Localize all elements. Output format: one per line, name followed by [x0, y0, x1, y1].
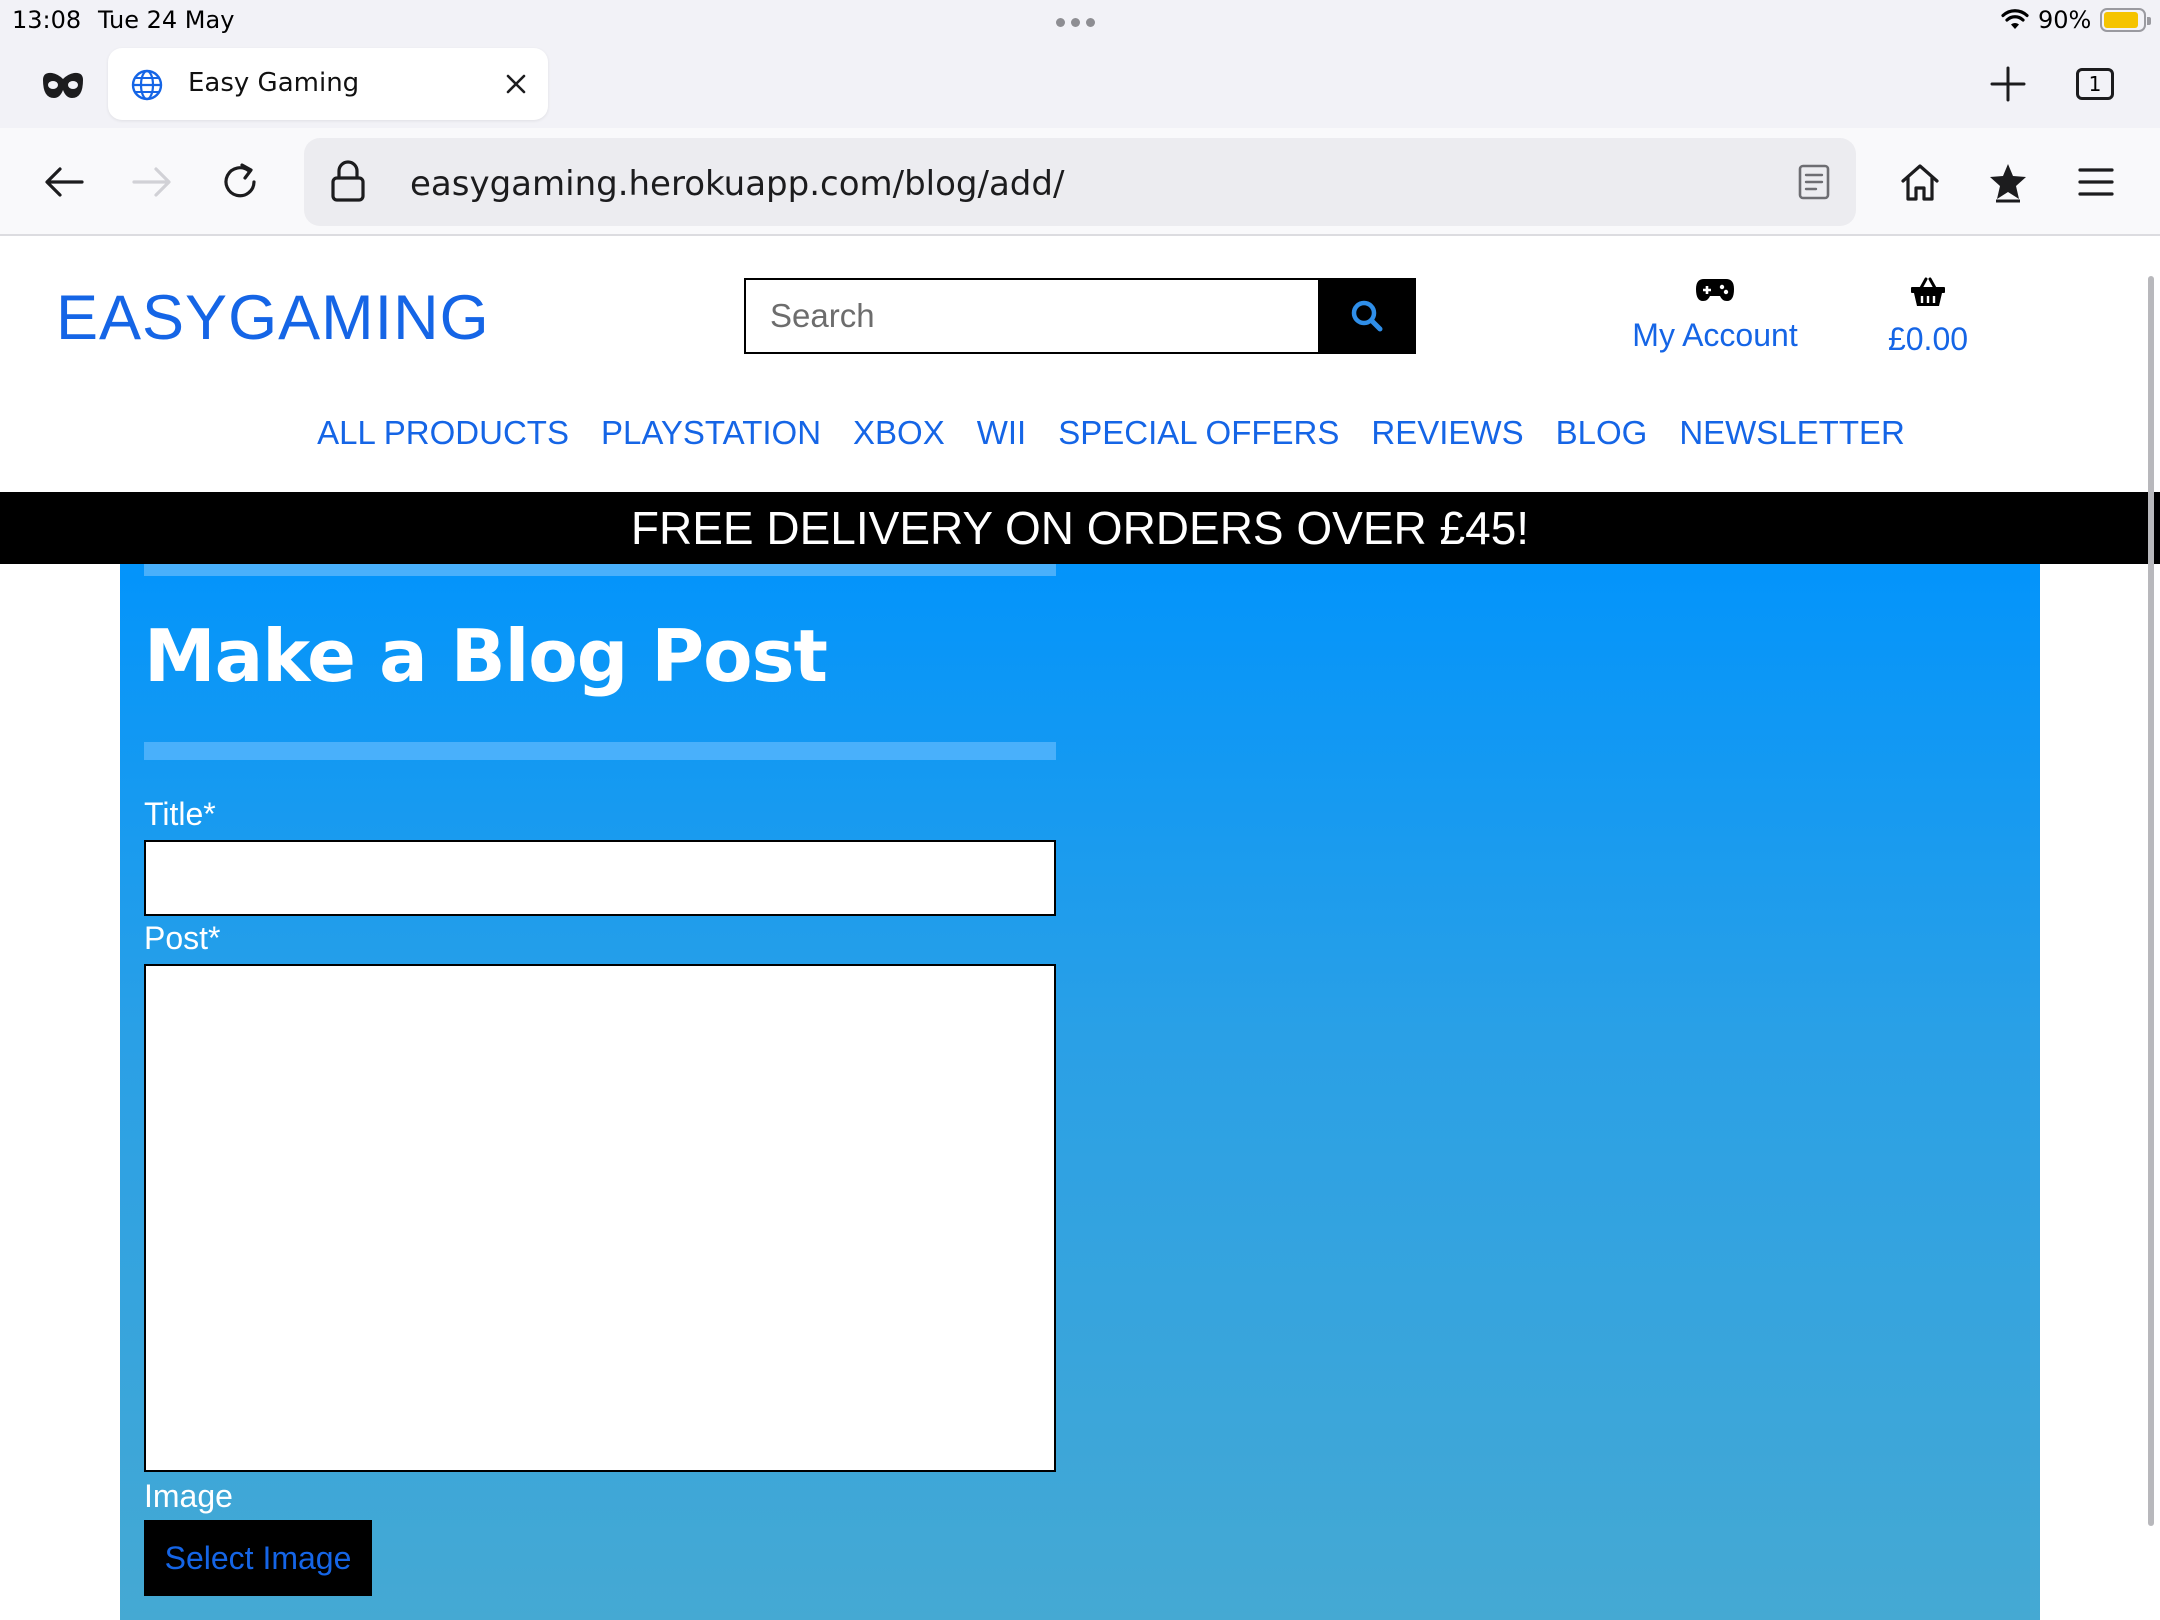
tab-easy-gaming[interactable]: Easy Gaming [108, 48, 548, 120]
my-account-link[interactable]: My Account [1630, 276, 1800, 354]
nav-playstation[interactable]: PLAYSTATION [601, 414, 821, 452]
browser-toolbar: easygaming.herokuapp.com/blog/add/ [0, 128, 2160, 236]
divider-bottom [144, 742, 1056, 760]
image-label: Image [144, 1478, 233, 1514]
browser-window: 13:08 Tue 24 May 90% Easy Gaming 1 easyg… [0, 0, 2160, 1620]
tab-count-button[interactable]: 1 [2076, 68, 2114, 100]
nav-reviews[interactable]: REVIEWS [1371, 414, 1523, 452]
title-label: Title* [144, 796, 216, 832]
multitasking-dots-icon[interactable] [1056, 18, 1095, 27]
wifi-icon [2001, 9, 2029, 29]
status-bar: 13:08 Tue 24 May 90% [0, 0, 2160, 44]
status-date: Tue 24 May [98, 6, 235, 34]
reader-mode-icon[interactable] [1794, 162, 1834, 202]
gamepad-icon [1696, 279, 1734, 301]
status-time: 13:08 [12, 6, 82, 34]
basket-link[interactable]: £0.00 [1880, 276, 1976, 358]
divider-top [144, 564, 1056, 576]
nav-wii[interactable]: WII [977, 414, 1026, 452]
my-account-label: My Account [1632, 317, 1798, 353]
nav-newsletter[interactable]: NEWSLETTER [1679, 414, 1905, 452]
search-form [744, 278, 1416, 354]
page-scrollbar[interactable] [2148, 276, 2154, 1526]
site-header: EASYGAMING My Account [0, 236, 2160, 492]
home-icon[interactable] [1898, 160, 1942, 204]
post-field[interactable] [144, 964, 1056, 1472]
menu-icon[interactable] [2074, 160, 2118, 204]
tab-bar: Easy Gaming 1 [0, 44, 2160, 128]
select-image-button[interactable]: Select Image [144, 1520, 372, 1596]
tab-title: Easy Gaming [188, 68, 360, 98]
back-arrow-icon[interactable] [42, 160, 86, 204]
basket-icon [1911, 277, 1945, 306]
post-label: Post* [144, 920, 221, 956]
new-tab-icon[interactable] [1988, 64, 2028, 104]
battery-icon [2100, 8, 2151, 32]
close-tab-icon[interactable] [500, 68, 532, 100]
nav-special-offers[interactable]: SPECIAL OFFERS [1058, 414, 1339, 452]
basket-total: £0.00 [1887, 321, 1969, 357]
private-mask-icon[interactable] [40, 66, 86, 106]
search-button[interactable] [1318, 278, 1416, 354]
delivery-banner: FREE DELIVERY ON ORDERS OVER £45! [0, 492, 2160, 564]
search-input[interactable] [744, 278, 1318, 354]
nav-xbox[interactable]: XBOX [853, 414, 945, 452]
logo-part-gaming: GAMING [228, 283, 490, 353]
forward-arrow-icon[interactable] [130, 160, 174, 204]
url-text[interactable]: easygaming.herokuapp.com/blog/add/ [410, 164, 1064, 204]
address-bar[interactable]: easygaming.herokuapp.com/blog/add/ [304, 138, 1856, 226]
search-icon [1351, 300, 1383, 332]
main-nav: ALL PRODUCTS PLAYSTATION XBOX WII SPECIA… [0, 414, 2160, 452]
page-title: Make a Blog Post [144, 614, 828, 698]
site-logo[interactable]: EASYGAMING [56, 282, 490, 354]
blog-form-section: Make a Blog Post Title* Post* Image Sele… [120, 564, 2040, 1620]
reload-icon[interactable] [218, 160, 262, 204]
bookmarks-star-icon[interactable] [1986, 160, 2030, 204]
battery-percent: 90% [2038, 6, 2092, 34]
nav-blog[interactable]: BLOG [1556, 414, 1648, 452]
logo-part-easy: EASY [56, 283, 229, 353]
lock-icon [331, 160, 365, 202]
globe-icon [131, 69, 163, 101]
title-field[interactable] [144, 840, 1056, 916]
nav-all-products[interactable]: ALL PRODUCTS [317, 414, 569, 452]
